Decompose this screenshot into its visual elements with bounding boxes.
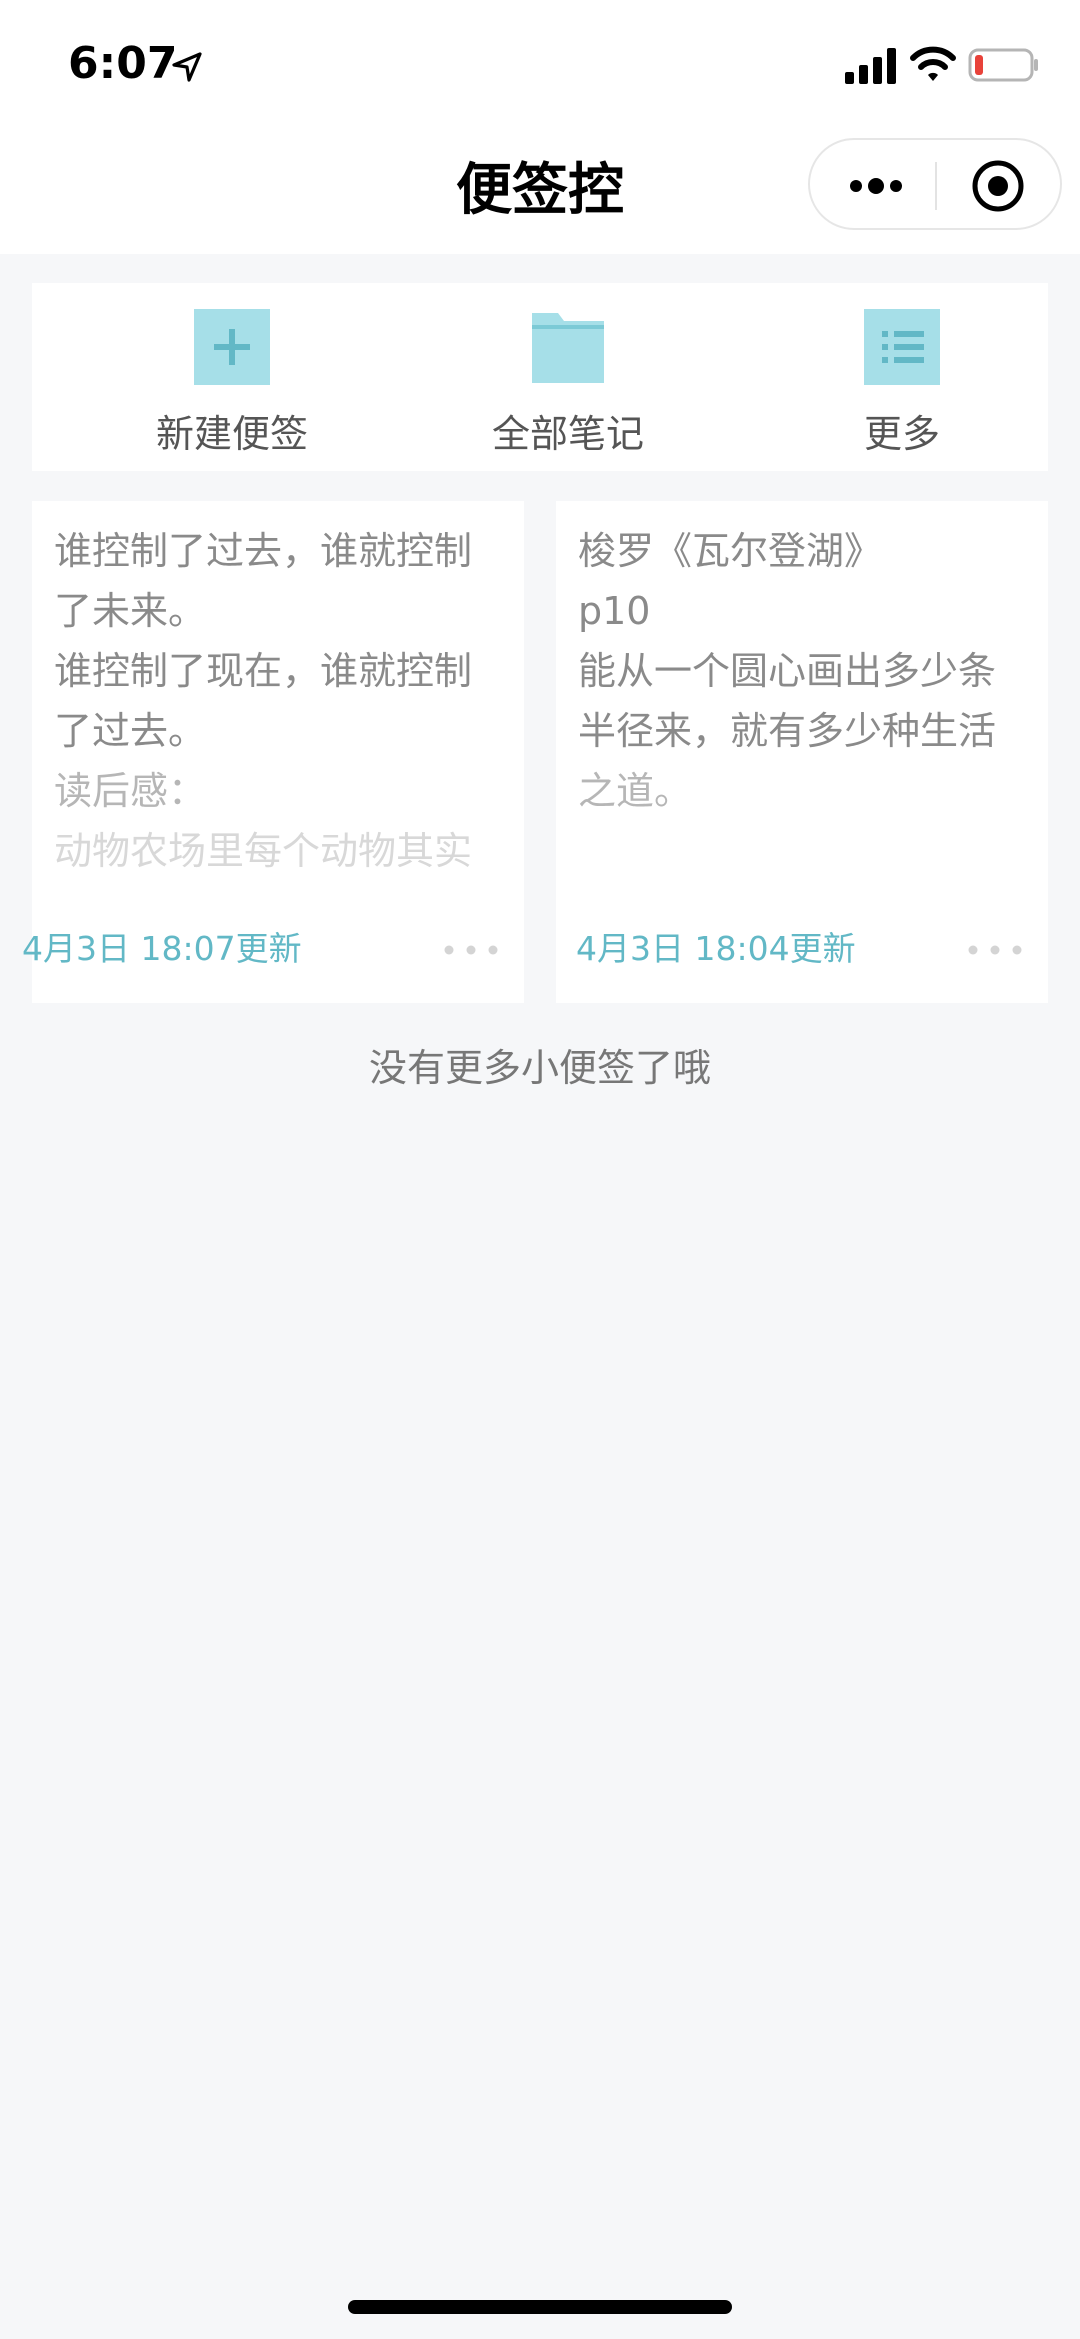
folder-icon (532, 313, 604, 383)
location-arrow-icon (172, 52, 202, 82)
note-line: 了未来。 (54, 589, 207, 633)
new-note-button[interactable]: 新建便签 (82, 283, 382, 471)
note-options-icon[interactable] (442, 943, 500, 957)
note-line: 梭罗《瓦尔登湖》 (578, 529, 883, 573)
note-line: 了过去。 (54, 709, 207, 753)
all-notes-button[interactable]: 全部笔记 (418, 283, 718, 471)
note-line: 动物农场里每个动物其实 (54, 829, 473, 873)
note-line: 能从一个圆心画出多少条 (578, 649, 997, 693)
status-bar: 6:07 (0, 0, 1080, 130)
new-note-label: 新建便签 (155, 412, 308, 456)
home-indicator[interactable] (348, 2300, 732, 2314)
note-line: 读后感： (54, 769, 207, 813)
note-updated-time: 4月3日 18:04更新 (576, 929, 856, 968)
plus-icon (194, 309, 270, 385)
more-dots-icon[interactable] (848, 168, 904, 204)
note-updated-time: 4月3日 18:07更新 (22, 929, 302, 968)
note-line: 半径来，就有多少种生活 (578, 709, 997, 753)
note-line: 谁控制了现在，谁就控制 (54, 649, 473, 693)
note-content: 谁控制了过去，谁就控制 了未来。 谁控制了现在，谁就控制 了过去。 读后感： 动… (54, 521, 512, 881)
cellular-signal-icon (845, 48, 896, 84)
close-target-icon[interactable] (970, 158, 1026, 214)
note-line: p10 (578, 589, 651, 633)
note-line: 谁控制了过去，谁就控制 (54, 529, 473, 573)
wifi-icon (910, 46, 956, 81)
battery-low-icon (968, 48, 1038, 82)
action-toolbar: 新建便签 全部笔记 更多 (32, 283, 1048, 471)
note-content: 梭罗《瓦尔登湖》 p10 能从一个圆心画出多少条 半径来，就有多少种生活 之道。 (578, 521, 1036, 881)
top-bar: 6:07 便签控 (0, 0, 1080, 254)
end-of-list-message: 没有更多小便签了哦 (368, 1046, 711, 1090)
mini-program-capsule (808, 138, 1062, 230)
all-notes-label: 全部笔记 (491, 412, 644, 456)
list-icon (864, 309, 940, 385)
status-time: 6:07 (68, 38, 178, 89)
note-options-icon[interactable] (966, 943, 1024, 957)
more-button[interactable]: 更多 (752, 283, 1052, 471)
more-label: 更多 (863, 412, 940, 456)
capsule-divider (935, 162, 937, 210)
note-line: 之道。 (578, 769, 693, 813)
